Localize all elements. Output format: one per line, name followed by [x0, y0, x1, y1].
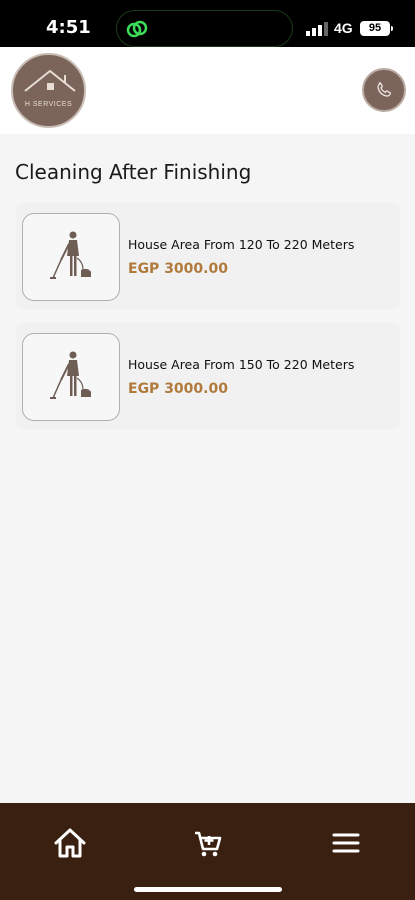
- house-icon: [24, 69, 76, 92]
- network-label: 4G: [334, 20, 353, 36]
- product-title: House Area From 120 To 220 Meters: [128, 237, 355, 252]
- logo-text: H SERVICES: [24, 101, 73, 108]
- link-icon: [126, 20, 148, 38]
- product-price: EGP 3000.00: [128, 381, 228, 397]
- status-bar: 4:51 4G 95: [0, 0, 415, 47]
- logo[interactable]: H SERVICES: [11, 53, 86, 128]
- product-thumbnail: [22, 213, 120, 301]
- phone-icon: [377, 82, 391, 97]
- nav-home-button[interactable]: [50, 823, 90, 863]
- home-indicator[interactable]: [134, 887, 282, 892]
- product-card[interactable]: House Area From 120 To 220 Meters EGP 30…: [16, 203, 400, 309]
- app-header: H SERVICES: [0, 47, 415, 134]
- call-button[interactable]: [362, 68, 406, 112]
- cleaner-icon: [50, 351, 91, 399]
- battery-icon: 95: [360, 21, 393, 36]
- page-title: Cleaning After Finishing: [15, 160, 252, 184]
- bottom-nav: [0, 803, 415, 900]
- product-price: EGP 3000.00: [128, 261, 228, 277]
- product-thumbnail: [22, 333, 120, 421]
- signal-icon: [306, 22, 328, 36]
- dynamic-island: [116, 10, 293, 47]
- home-icon: [54, 828, 86, 858]
- cleaner-icon: [50, 231, 91, 279]
- cart-icon: [195, 831, 222, 857]
- product-title: House Area From 150 To 220 Meters: [128, 357, 355, 372]
- product-card[interactable]: House Area From 150 To 220 Meters EGP 30…: [16, 323, 400, 429]
- menu-icon: [332, 833, 360, 853]
- nav-menu-button[interactable]: [326, 823, 366, 863]
- status-time: 4:51: [46, 17, 91, 38]
- nav-cart-button[interactable]: [187, 823, 227, 863]
